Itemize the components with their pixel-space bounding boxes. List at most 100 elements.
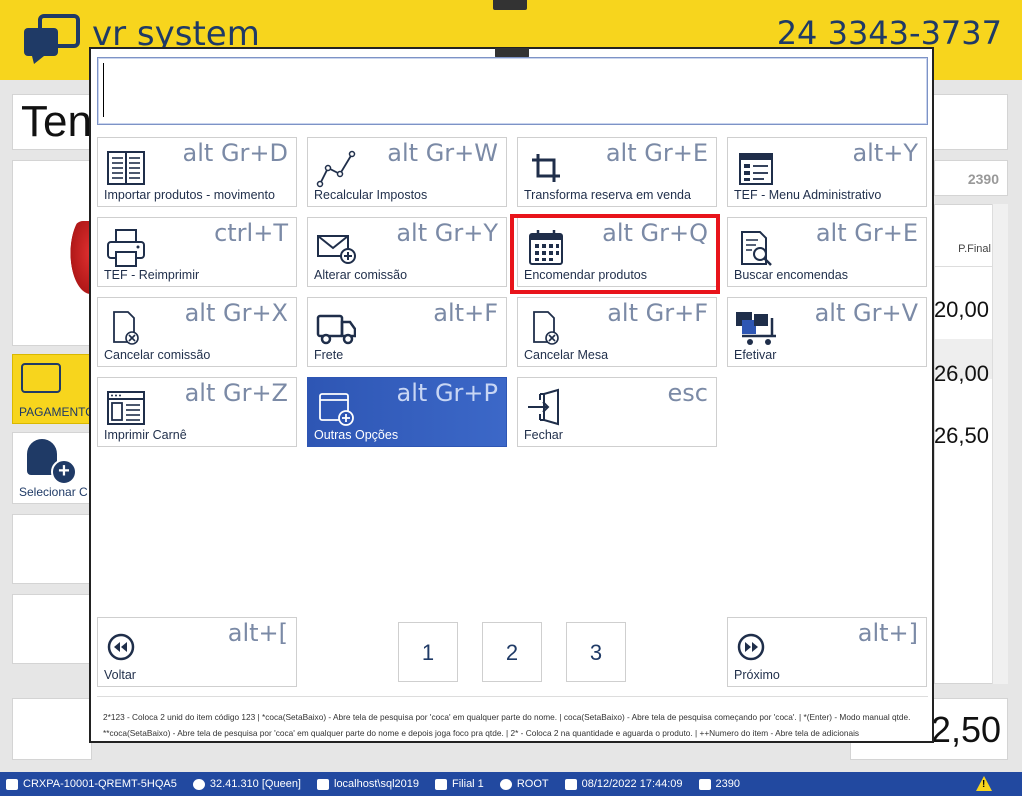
tile-label: Recalcular Impostos bbox=[314, 188, 428, 202]
code-field: 2390 bbox=[934, 160, 1008, 196]
plus-icon: + bbox=[51, 459, 77, 485]
tile-label: TEF - Menu Administrativo bbox=[734, 188, 882, 202]
payment-label: PAGAMENTO bbox=[19, 405, 95, 419]
tile-transforma-reserva[interactable]: alt Gr+E Transforma reserva em venda bbox=[517, 137, 717, 207]
status-station: CRXPA-10001-QREMT-5HQA5 bbox=[6, 778, 177, 790]
status-user-text: ROOT bbox=[516, 778, 549, 790]
tile-shortcut: ctrl+T bbox=[214, 219, 288, 247]
tile-outras-opcoes[interactable]: alt Gr+P Outras Opções bbox=[307, 377, 507, 447]
document-search-icon bbox=[741, 231, 772, 266]
status-version: 32.41.310 [Queen] bbox=[192, 778, 301, 790]
tile-label: Fechar bbox=[524, 428, 563, 442]
side-button-empty[interactable] bbox=[12, 594, 92, 664]
rewind-icon bbox=[107, 633, 135, 661]
file-cancel-icon bbox=[113, 311, 139, 345]
cart-boxes-icon bbox=[736, 312, 776, 345]
status-bar: CRXPA-10001-QREMT-5HQA5 32.41.310 [Queen… bbox=[0, 772, 1022, 796]
status-user: ROOT bbox=[499, 778, 549, 790]
tile-alterar-comissao[interactable]: alt Gr+Y Alterar comissão bbox=[307, 217, 507, 287]
tile-shortcut: alt Gr+Y bbox=[396, 219, 498, 247]
window-add-icon bbox=[319, 393, 354, 426]
tile-shortcut: alt+Y bbox=[852, 139, 918, 167]
tile-shortcut: alt Gr+X bbox=[184, 299, 288, 327]
payment-button[interactable]: PAGAMENTO bbox=[12, 354, 95, 424]
tile-recalcular-impostos[interactable]: alt Gr+W Recalcular Impostos bbox=[307, 137, 507, 207]
warning-icon[interactable]: ! bbox=[976, 776, 992, 791]
tile-label: Efetivar bbox=[734, 348, 777, 362]
tile-shortcut: alt Gr+W bbox=[387, 139, 498, 167]
options-dialog: alt Gr+D Importar produtos - movimento a… bbox=[89, 47, 934, 743]
text-caret bbox=[103, 63, 104, 117]
code-value: 2390 bbox=[967, 171, 999, 187]
status-datetime-text: 08/12/2022 17:44:09 bbox=[581, 778, 683, 790]
page-button-3[interactable]: 3 bbox=[566, 622, 626, 682]
command-input[interactable] bbox=[97, 57, 928, 125]
tile-label: Imprimir Carnê bbox=[104, 428, 187, 442]
building-icon bbox=[435, 778, 448, 790]
tile-shortcut: esc bbox=[667, 379, 708, 407]
next-label: Próximo bbox=[734, 668, 780, 682]
status-branch-text: Filial 1 bbox=[452, 778, 484, 790]
status-station-text: CRXPA-10001-QREMT-5HQA5 bbox=[23, 778, 177, 790]
tile-label: TEF - Reimprimir bbox=[104, 268, 200, 282]
status-cart: 2390 bbox=[698, 778, 741, 790]
calendar-icon bbox=[564, 778, 577, 790]
table-cell-price: 26,00 bbox=[933, 361, 989, 386]
tile-efetivar[interactable]: alt Gr+V Efetivar bbox=[727, 297, 927, 367]
tile-imprimir-carne[interactable]: alt Gr+Z Imprimir Carnê bbox=[97, 377, 297, 447]
door-exit-icon bbox=[528, 388, 559, 426]
select-client-button[interactable]: + Selecionar C bbox=[12, 432, 92, 504]
tile-importar-produtos[interactable]: alt Gr+D Importar produtos - movimento bbox=[97, 137, 297, 207]
select-client-label: Selecionar C bbox=[19, 485, 88, 499]
tile-shortcut: alt Gr+D bbox=[182, 139, 288, 167]
status-version-text: 32.41.310 [Queen] bbox=[209, 778, 301, 790]
tile-shortcut: alt Gr+E bbox=[605, 139, 708, 167]
line-chart-icon bbox=[316, 150, 356, 188]
user-icon bbox=[499, 778, 512, 790]
tile-frete[interactable]: alt+F Frete bbox=[307, 297, 507, 367]
tile-label: Alterar comissão bbox=[314, 268, 408, 282]
tile-shortcut: alt Gr+E bbox=[815, 219, 918, 247]
top-handle[interactable] bbox=[493, 0, 527, 10]
next-button[interactable]: alt+] Próximo bbox=[727, 617, 927, 687]
tile-cancelar-mesa[interactable]: alt Gr+F Cancelar Mesa bbox=[517, 297, 717, 367]
help-line: 2*123 - Coloca 2 unid do item código 123… bbox=[103, 712, 911, 722]
table-scrollbar[interactable] bbox=[992, 204, 1008, 684]
back-label: Voltar bbox=[104, 668, 136, 682]
tile-encomendar-produtos[interactable]: alt Gr+Q Encomendar produtos bbox=[517, 217, 717, 287]
tile-cancelar-comissao[interactable]: alt Gr+X Cancelar comissão bbox=[97, 297, 297, 367]
page-button-2[interactable]: 2 bbox=[482, 622, 542, 682]
tile-tef-reimprimir[interactable]: ctrl+T TEF - Reimprimir bbox=[97, 217, 297, 287]
tile-buscar-encomendas[interactable]: alt Gr+E Buscar encomendas bbox=[727, 217, 927, 287]
status-server: localhost\sql2019 bbox=[317, 778, 419, 790]
table-cell-price: 20,00 bbox=[933, 297, 989, 322]
tile-label: Transforma reserva em venda bbox=[524, 188, 691, 202]
form-icon bbox=[739, 153, 773, 185]
tile-shortcut: alt Gr+Z bbox=[184, 379, 288, 407]
tile-label: Frete bbox=[314, 348, 344, 362]
tile-label: Outras Opções bbox=[314, 428, 399, 442]
back-shortcut: alt+[ bbox=[227, 619, 288, 647]
window-layout-icon bbox=[107, 391, 145, 425]
next-shortcut: alt+] bbox=[857, 619, 918, 647]
help-divider bbox=[97, 696, 928, 697]
wallet-icon bbox=[21, 363, 61, 393]
tile-fechar[interactable]: esc Fechar bbox=[517, 377, 717, 447]
status-server-text: localhost\sql2019 bbox=[334, 778, 420, 790]
database-icon bbox=[317, 778, 329, 790]
back-button[interactable]: alt+[ Voltar bbox=[97, 617, 297, 687]
column-header-price: P.Final bbox=[958, 243, 991, 255]
table-header: P.Final bbox=[935, 231, 995, 267]
tile-label: Importar produtos - movimento bbox=[104, 188, 275, 202]
bottom-left-panel bbox=[12, 698, 92, 760]
side-button-empty[interactable] bbox=[12, 514, 92, 584]
tile-label: Cancelar comissão bbox=[104, 348, 211, 362]
book-icon bbox=[107, 151, 145, 185]
page-button-1[interactable]: 1 bbox=[398, 622, 458, 682]
file-cancel-icon bbox=[533, 311, 559, 345]
status-cart-text: 2390 bbox=[715, 778, 741, 790]
tile-tef-menu-administrativo[interactable]: alt+Y TEF - Menu Administrativo bbox=[727, 137, 927, 207]
tile-shortcut: alt Gr+Q bbox=[602, 219, 708, 247]
calendar-icon bbox=[529, 230, 563, 265]
tile-label: Cancelar Mesa bbox=[524, 348, 609, 362]
